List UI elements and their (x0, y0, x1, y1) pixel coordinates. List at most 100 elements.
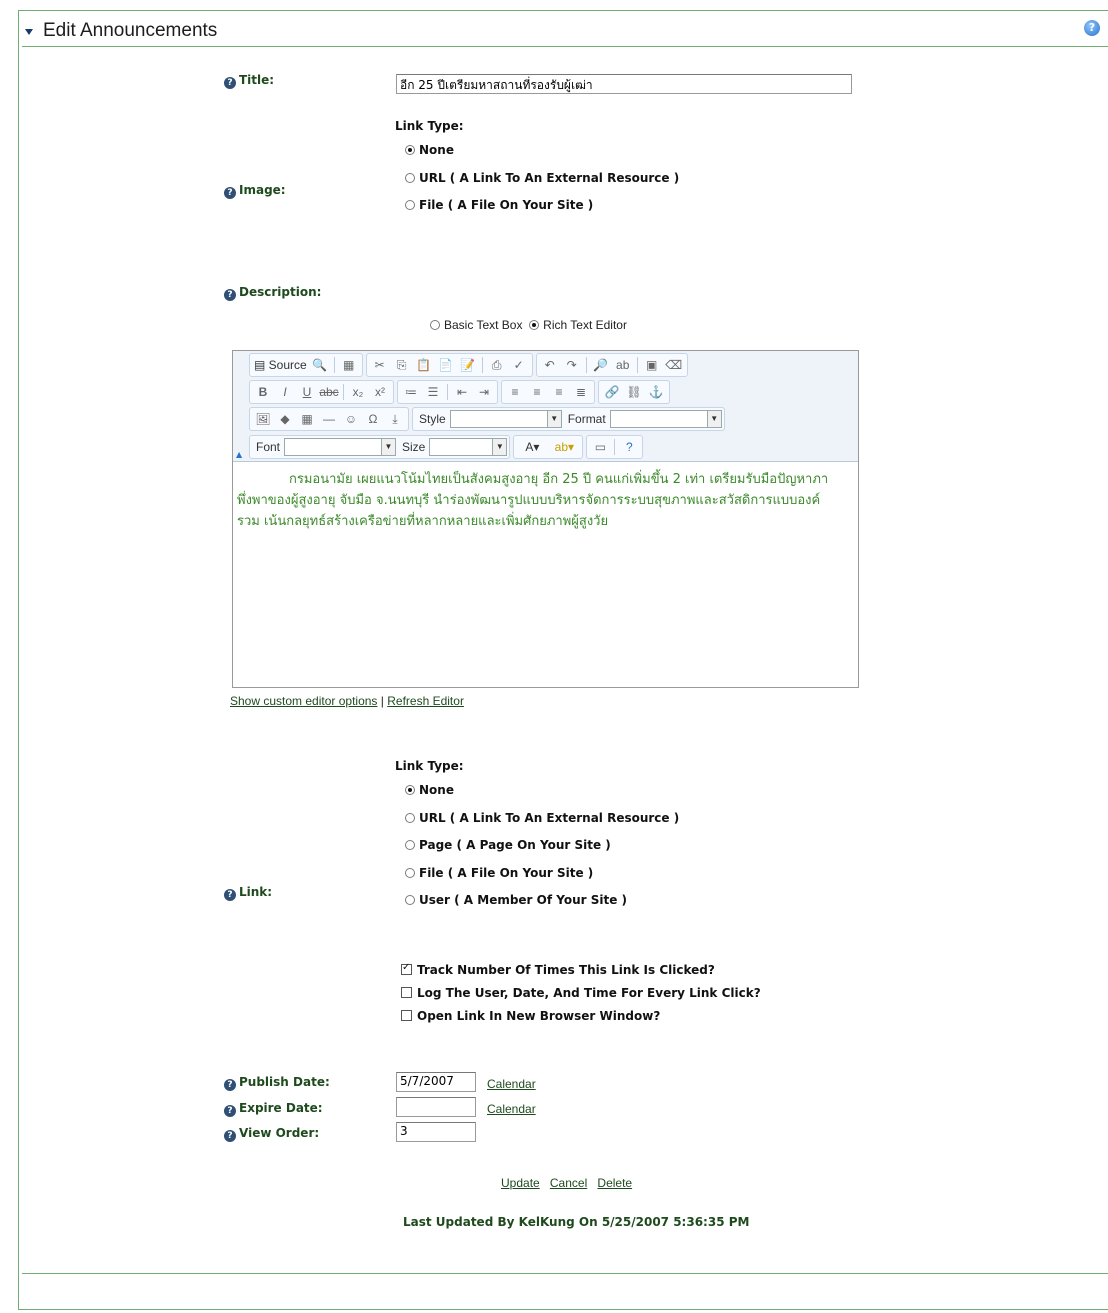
redo-icon[interactable]: ↷ (563, 356, 581, 374)
spellcheck-icon[interactable]: ✓ (510, 356, 528, 374)
align-right-icon[interactable]: ≡ (550, 383, 568, 401)
find-icon[interactable]: 🔎 (592, 356, 610, 374)
bulleted-list-icon[interactable]: ☰ (424, 383, 442, 401)
help-icon[interactable]: ? (224, 77, 236, 89)
help-icon[interactable]: ? (224, 1130, 236, 1142)
outdent-icon[interactable]: ⇤ (453, 383, 471, 401)
radio-selected[interactable] (405, 145, 415, 155)
bold-icon[interactable]: B (254, 383, 272, 401)
help-icon[interactable]: ? (224, 889, 236, 901)
numbered-list-icon[interactable]: ≔ (402, 383, 420, 401)
link-radio-none[interactable]: None (405, 783, 454, 797)
dropdown-arrow-icon[interactable]: ▼ (547, 410, 562, 428)
paste-icon[interactable]: 📋 (415, 356, 433, 374)
image-radio-url[interactable]: URL ( A Link To An External Resource ) (405, 171, 679, 185)
publish-calendar-link[interactable]: Calendar (487, 1077, 536, 1091)
about-icon[interactable]: ? (620, 438, 638, 456)
templates-icon[interactable]: ▦ (340, 356, 358, 374)
bg-color-icon[interactable]: ab▾ (550, 438, 578, 456)
preview-icon[interactable]: 🔍 (311, 356, 329, 374)
link-radio-user[interactable]: User ( A Member Of Your Site ) (405, 893, 627, 907)
radio[interactable] (405, 200, 415, 210)
link-radio-page[interactable]: Page ( A Page On Your Site ) (405, 838, 611, 852)
title-input[interactable]: อีก 25 ปีเตรียมหาสถานที่รองรับผู้เฒ่า (396, 74, 852, 94)
cancel-link[interactable]: Cancel (550, 1176, 587, 1190)
text-color-icon[interactable]: A▾ (518, 438, 546, 456)
style-select[interactable]: ▼ (449, 410, 562, 428)
unlink-icon[interactable]: ⛓ (625, 383, 643, 401)
editor-content[interactable]: กรมอนามัย เผยแนวโน้มไทยเป็นสังคมสูงอายุ … (237, 469, 836, 532)
mode-basic-text-box[interactable]: Basic Text Box (430, 318, 522, 332)
page-break-icon[interactable]: ⤓ (386, 410, 404, 428)
track-clicks-checkbox[interactable]: Track Number Of Times This Link Is Click… (401, 962, 715, 977)
horizontal-rule-icon[interactable]: ― (320, 410, 338, 428)
superscript-icon[interactable]: x² (371, 383, 389, 401)
source-button[interactable]: ▤ Source (254, 356, 307, 374)
refresh-editor-link[interactable]: Refresh Editor (387, 694, 464, 708)
italic-icon[interactable]: I (276, 383, 294, 401)
radio-selected[interactable] (529, 320, 540, 330)
anchor-icon[interactable]: ⚓ (647, 383, 665, 401)
dropdown-arrow-icon[interactable]: ▼ (707, 410, 722, 428)
module-help-icon[interactable]: ? (1084, 20, 1100, 36)
radio[interactable] (430, 320, 440, 330)
radio[interactable] (405, 813, 415, 823)
image-radio-none[interactable]: None (405, 143, 454, 157)
publish-date-input[interactable]: 5/7/2007 (396, 1072, 476, 1092)
help-icon[interactable]: ? (224, 1079, 236, 1091)
paste-text-icon[interactable]: 📄 (437, 356, 455, 374)
image-radio-file[interactable]: File ( A File On Your Site ) (405, 198, 593, 212)
flash-icon[interactable]: ◆ (276, 410, 294, 428)
dropdown-arrow-icon[interactable]: ▼ (493, 438, 508, 456)
help-icon[interactable]: ? (224, 289, 236, 301)
checkbox[interactable] (401, 1010, 412, 1021)
view-order-input[interactable]: 3 (396, 1122, 476, 1142)
expire-calendar-link[interactable]: Calendar (487, 1102, 536, 1116)
strikethrough-icon[interactable]: abc (319, 383, 338, 401)
link-icon[interactable]: 🔗 (603, 383, 621, 401)
remove-format-icon[interactable]: ⌫ (665, 356, 683, 374)
copy-icon[interactable]: ⎘ (393, 356, 411, 374)
table-icon[interactable]: ▦ (298, 410, 316, 428)
align-center-icon[interactable]: ≡ (528, 383, 546, 401)
radio-selected[interactable] (405, 785, 415, 795)
subscript-icon[interactable]: x₂ (349, 383, 367, 401)
print-icon[interactable]: ⎙ (488, 356, 506, 374)
open-new-window-checkbox[interactable]: Open Link In New Browser Window? (401, 1009, 660, 1023)
show-custom-editor-options-link[interactable]: Show custom editor options (230, 694, 377, 708)
expire-date-input[interactable] (396, 1097, 476, 1117)
link-radio-file[interactable]: File ( A File On Your Site ) (405, 866, 593, 880)
cut-icon[interactable]: ✂ (371, 356, 389, 374)
font-select[interactable]: ▼ (284, 438, 397, 456)
log-clicks-checkbox[interactable]: Log The User, Date, And Time For Every L… (401, 986, 761, 1000)
align-left-icon[interactable]: ≡ (506, 383, 524, 401)
module-header[interactable]: Edit Announcements (25, 18, 217, 44)
underline-icon[interactable]: U (298, 383, 316, 401)
format-select[interactable]: ▼ (609, 410, 722, 428)
collapse-toolbar-icon[interactable]: ▲ (236, 450, 242, 459)
radio[interactable] (405, 840, 415, 850)
update-link[interactable]: Update (501, 1176, 540, 1190)
radio[interactable] (405, 173, 415, 183)
mode-rich-text-editor[interactable]: Rich Text Editor (529, 318, 627, 332)
checkbox[interactable] (401, 987, 412, 998)
help-icon[interactable]: ? (224, 1105, 236, 1117)
link-radio-url[interactable]: URL ( A Link To An External Resource ) (405, 811, 679, 825)
image-icon[interactable]: 🖼 (254, 410, 272, 428)
undo-icon[interactable]: ↶ (541, 356, 559, 374)
dropdown-arrow-icon[interactable]: ▼ (382, 438, 397, 456)
collapse-triangle-icon[interactable] (25, 29, 33, 35)
paste-word-icon[interactable]: 📝 (459, 356, 477, 374)
delete-link[interactable]: Delete (597, 1176, 632, 1190)
special-char-icon[interactable]: Ω (364, 410, 382, 428)
radio[interactable] (405, 895, 415, 905)
indent-icon[interactable]: ⇥ (475, 383, 493, 401)
radio[interactable] (405, 868, 415, 878)
help-icon[interactable]: ? (224, 187, 236, 199)
checkbox-checked[interactable] (401, 962, 412, 975)
select-all-icon[interactable]: ▣ (643, 356, 661, 374)
smiley-icon[interactable]: ☺ (342, 410, 360, 428)
maximize-icon[interactable]: ▭ (591, 438, 609, 456)
size-select[interactable]: ▼ (429, 438, 508, 456)
replace-icon[interactable]: ab (614, 356, 632, 374)
